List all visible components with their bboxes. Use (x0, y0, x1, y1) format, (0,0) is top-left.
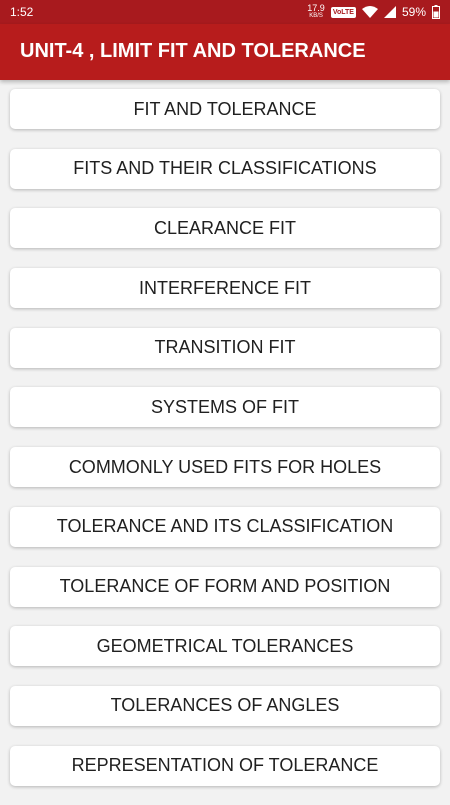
status-bar: 1:52 17.9 KB/S VoLTE 59% (0, 0, 450, 24)
topic-button-fits-classifications[interactable]: FITS AND THEIR CLASSIFICATIONS (10, 148, 440, 189)
speed-unit: KB/S (309, 13, 323, 19)
wifi-icon (361, 6, 378, 18)
topic-button-tolerance-form-position[interactable]: TOLERANCE OF FORM AND POSITION (10, 566, 440, 607)
topic-button-fit-and-tolerance[interactable]: FIT AND TOLERANCE (10, 89, 440, 129)
topic-button-interference-fit[interactable]: INTERFERENCE FIT (10, 268, 440, 309)
topic-button-tolerance-classification[interactable]: TOLERANCE AND ITS CLASSIFICATION (10, 506, 440, 547)
topic-button-geometrical-tolerances[interactable]: GEOMETRICAL TOLERANCES (10, 626, 440, 667)
speed-value: 17.9 (307, 3, 325, 13)
topic-button-systems-of-fit[interactable]: SYSTEMS OF FIT (10, 387, 440, 428)
page-title: UNIT-4 , LIMIT FIT AND TOLERANCE (20, 40, 366, 62)
signal-icon (383, 6, 396, 18)
battery-icon (432, 5, 440, 19)
topic-list: FIT AND TOLERANCE FITS AND THEIR CLASSIF… (10, 89, 440, 805)
topic-button-common-fits-holes[interactable]: COMMONLY USED FITS FOR HOLES (10, 447, 440, 488)
status-icons: 17.9 KB/S VoLTE 59% (307, 3, 440, 21)
topic-button-clearance-fit[interactable]: CLEARANCE FIT (10, 208, 440, 249)
app-bar: UNIT-4 , LIMIT FIT AND TOLERANCE (0, 24, 450, 80)
volte-badge: VoLTE (330, 6, 356, 18)
topic-button-transition-fit[interactable]: TRANSITION FIT (10, 327, 440, 368)
battery-percent: 59% (401, 5, 426, 19)
status-time: 1:52 (10, 5, 34, 19)
network-speed: 17.9 KB/S (307, 4, 325, 20)
topic-button-tolerances-of-angles[interactable]: TOLERANCES OF ANGLES (10, 685, 440, 726)
topic-button-representation-of-tolerance[interactable]: REPRESENTATION OF TOLERANCE (10, 745, 440, 786)
